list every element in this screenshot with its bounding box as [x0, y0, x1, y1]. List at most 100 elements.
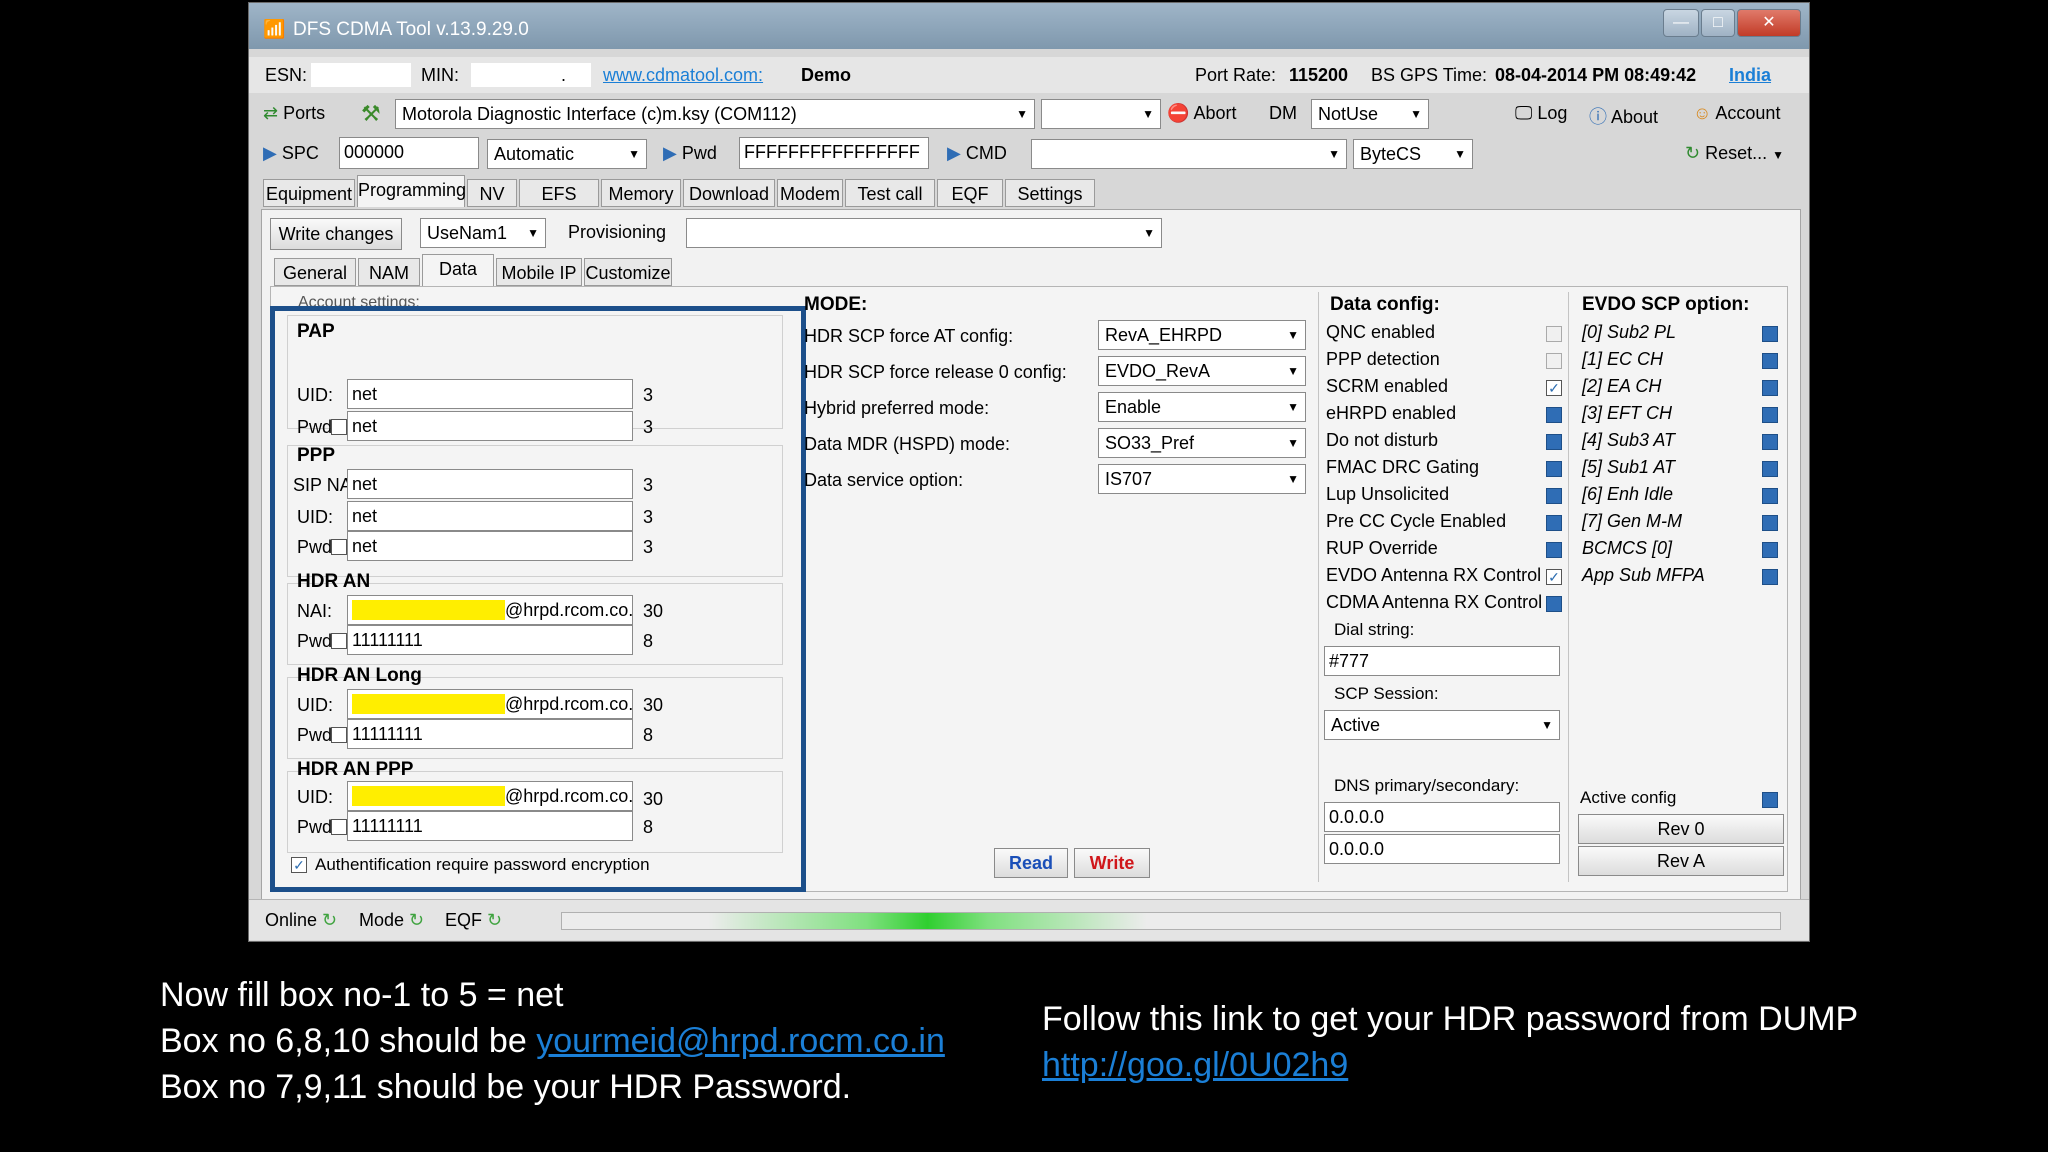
reset-button[interactable]: ↻ Reset... ▼ — [1685, 143, 1784, 164]
read-button[interactable]: Read — [994, 848, 1068, 878]
scp-option-4-checkbox[interactable] — [1762, 434, 1778, 450]
tab-download[interactable]: Download — [683, 179, 775, 207]
ports-button[interactable]: ⇄ Ports — [263, 103, 325, 124]
dns-secondary-input[interactable]: 0.0.0.0 — [1324, 834, 1560, 864]
chevron-down-icon: ▼ — [1287, 328, 1299, 342]
interface-select[interactable]: Motorola Diagnostic Interface (c)m.ksy (… — [395, 99, 1035, 129]
tab-memory[interactable]: Memory — [601, 179, 681, 207]
hdr-an-long-show-pwd-checkbox[interactable] — [331, 727, 347, 743]
tab-modem[interactable]: Modem — [777, 179, 843, 207]
rup-checkbox[interactable] — [1546, 542, 1562, 558]
hybrid-select[interactable]: Enable ▼ — [1098, 392, 1306, 422]
dnd-checkbox[interactable] — [1546, 434, 1562, 450]
dump-link[interactable]: http://goo.gl/0U02h9 — [1042, 1046, 1348, 1085]
hdr-an-long-pwd-input[interactable]: 11111111 — [347, 719, 633, 749]
device-select[interactable]: ▼ — [1041, 99, 1161, 129]
spc-button[interactable]: ▶ SPC — [263, 143, 319, 164]
mdr-select[interactable]: SO33_Pref ▼ — [1098, 428, 1306, 458]
active-config-checkbox[interactable] — [1762, 792, 1778, 808]
hdr-an-ppp-uid-input[interactable]: xxxxxxxxxxxxxxxxx@hrpd.rcom.co.in — [347, 781, 633, 811]
rev0-button[interactable]: Rev 0 — [1578, 814, 1784, 844]
provisioning-select[interactable]: ▼ — [686, 218, 1162, 248]
ppp-sip-input[interactable]: net — [347, 469, 633, 499]
spc-input[interactable]: 000000 — [339, 137, 479, 169]
scp-option-1-checkbox[interactable] — [1762, 353, 1778, 369]
fmac-checkbox[interactable] — [1546, 461, 1562, 477]
email-link[interactable]: yourmeid@hrpd.rocm.co.in — [536, 1022, 945, 1060]
scp-option-0-checkbox[interactable] — [1762, 326, 1778, 342]
status-eqf: EQF ↻ — [445, 910, 502, 931]
scp-session-select[interactable]: Active ▼ — [1324, 710, 1560, 740]
title-bar[interactable]: 📶 DFS CDMA Tool v.13.9.29.0 — □ ✕ — [249, 3, 1809, 49]
pap-show-pwd-checkbox[interactable] — [331, 419, 347, 435]
pap-pwd-input[interactable]: net — [347, 411, 633, 441]
hdr-an-ppp-show-pwd-checkbox[interactable] — [331, 819, 347, 835]
pwd-input[interactable]: FFFFFFFFFFFFFFFF — [739, 137, 929, 169]
cmd-mode-select[interactable]: ByteCS ▼ — [1353, 139, 1473, 169]
ppp-detection-checkbox[interactable] — [1546, 353, 1562, 369]
tab-eqf[interactable]: EQF — [937, 179, 1003, 207]
tab-test-call[interactable]: Test call — [845, 179, 935, 207]
service-option-select[interactable]: IS707 ▼ — [1098, 464, 1306, 494]
subtab-nam[interactable]: NAM — [358, 258, 420, 286]
hdr-an-nai-input[interactable]: xxxxxxxxxxxxxxxxx@hrpd.rcom.co.in — [347, 595, 633, 625]
subtab-general[interactable]: General — [274, 258, 356, 286]
pwd-button[interactable]: ▶ Pwd — [663, 143, 717, 164]
scp-option-5-checkbox[interactable] — [1762, 461, 1778, 477]
subtab-mobile-ip[interactable]: Mobile IP — [496, 258, 582, 286]
reva-button[interactable]: Rev A — [1578, 846, 1784, 876]
hdr-an-long-uid-input[interactable]: xxxxxxxxxxxxxxxxx@hrpd.rcom.co.in — [347, 689, 633, 719]
nam-select[interactable]: UseNam1 ▼ — [420, 218, 546, 248]
hdr-an-ppp-pwd-input[interactable]: 11111111 — [347, 811, 633, 841]
website-link[interactable]: www.cdmatool.com: — [603, 65, 763, 86]
region-link[interactable]: India — [1729, 65, 1771, 86]
precc-checkbox[interactable] — [1546, 515, 1562, 531]
scp-option-2-checkbox[interactable] — [1762, 380, 1778, 396]
tab-programming[interactable]: Programming — [357, 175, 466, 207]
spc-mode-select[interactable]: Automatic ▼ — [487, 139, 647, 169]
ehrpd-checkbox[interactable] — [1546, 407, 1562, 423]
pap-uid-input[interactable]: net — [347, 379, 633, 409]
scp-option-7-checkbox[interactable] — [1762, 515, 1778, 531]
info-bar: ESN: MIN: . www.cdmatool.com: Demo Port … — [249, 57, 1809, 93]
minimize-button[interactable]: — — [1663, 9, 1699, 37]
log-button[interactable]: 🖵 Log — [1515, 103, 1567, 124]
scp-option-3-checkbox[interactable] — [1762, 407, 1778, 423]
account-label: Account — [1715, 103, 1781, 123]
ppp-show-pwd-checkbox[interactable] — [331, 539, 347, 555]
release0-select[interactable]: EVDO_RevA ▼ — [1098, 356, 1306, 386]
about-button[interactable]: ⓘ About — [1589, 103, 1658, 129]
dm-select[interactable]: NotUse ▼ — [1311, 99, 1429, 129]
dns-primary-input[interactable]: 0.0.0.0 — [1324, 802, 1560, 832]
tab-efs[interactable]: EFS — [519, 179, 599, 207]
at-config-select[interactable]: RevA_EHRPD ▼ — [1098, 320, 1306, 350]
auth-encryption-checkbox[interactable]: ✓ — [291, 857, 307, 873]
cdma-antenna-checkbox[interactable] — [1546, 596, 1562, 612]
ppp-uid-input[interactable]: net — [347, 501, 633, 531]
abort-button[interactable]: ⛔ Abort — [1167, 103, 1236, 124]
qnc-checkbox[interactable] — [1546, 326, 1562, 342]
tab-nv[interactable]: NV — [467, 179, 517, 207]
connect-icon[interactable]: ⚒ — [361, 101, 381, 127]
tab-settings[interactable]: Settings — [1005, 179, 1095, 207]
cmd-button[interactable]: ▶ CMD — [947, 143, 1007, 164]
account-button[interactable]: ☺ Account — [1693, 103, 1780, 124]
scp-option-6-checkbox[interactable] — [1762, 488, 1778, 504]
scrm-checkbox[interactable]: ✓ — [1546, 380, 1562, 396]
ppp-pwd-input[interactable]: net — [347, 531, 633, 561]
cmd-select[interactable]: ▼ — [1031, 139, 1347, 169]
lup-checkbox[interactable] — [1546, 488, 1562, 504]
subtab-customize[interactable]: Customize — [584, 258, 672, 286]
evdo-antenna-checkbox[interactable]: ✓ — [1546, 569, 1562, 585]
tab-equipment[interactable]: Equipment — [263, 179, 355, 207]
hdr-an-show-pwd-checkbox[interactable] — [331, 633, 347, 649]
dial-string-input[interactable]: #777 — [1324, 646, 1560, 676]
scp-option-bcmcs-checkbox[interactable] — [1762, 542, 1778, 558]
scp-option-mfpa-checkbox[interactable] — [1762, 569, 1778, 585]
write-changes-button[interactable]: Write changes — [270, 218, 402, 250]
close-button[interactable]: ✕ — [1737, 9, 1801, 37]
hdr-an-pwd-input[interactable]: 11111111 — [347, 625, 633, 655]
subtab-data[interactable]: Data — [422, 254, 494, 286]
write-button[interactable]: Write — [1074, 848, 1150, 878]
maximize-button[interactable]: □ — [1701, 9, 1735, 37]
